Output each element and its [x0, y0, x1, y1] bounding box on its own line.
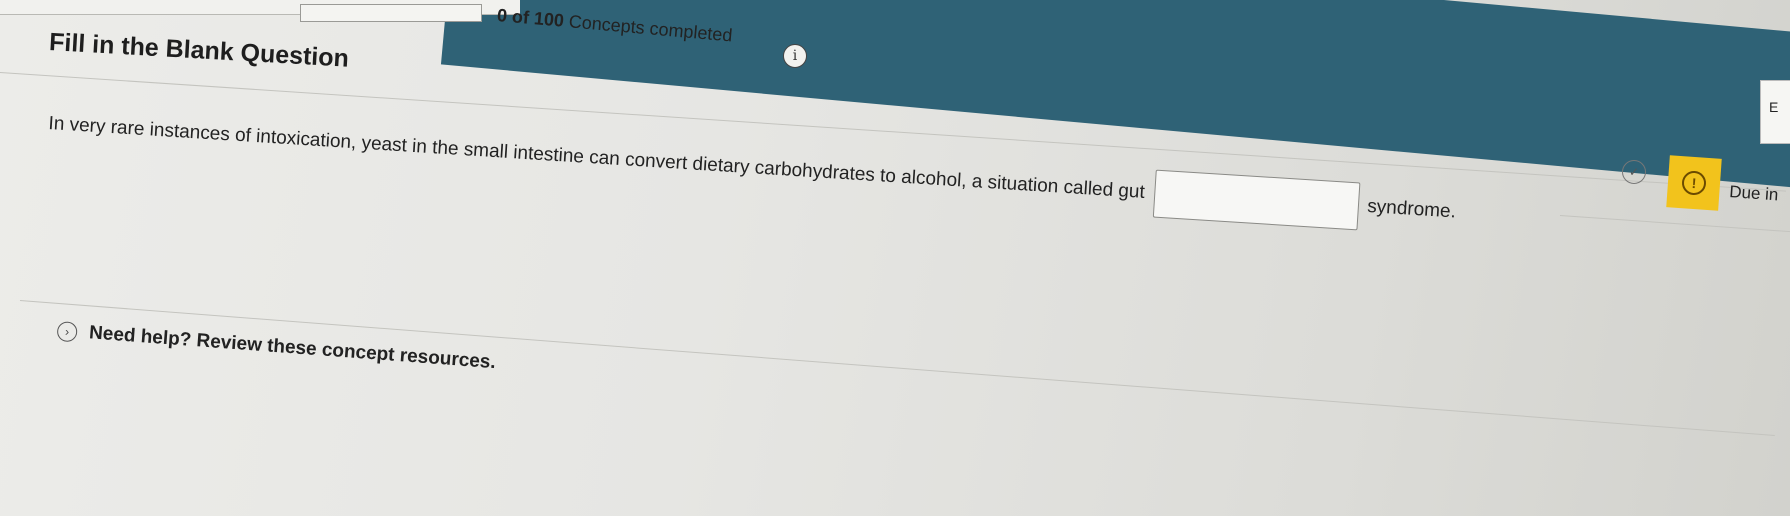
due-date-label: Due in: [1728, 182, 1780, 205]
prompt-text-after: syndrome.: [1366, 195, 1457, 223]
info-icon[interactable]: i: [783, 44, 807, 68]
concepts-progress-bar: [300, 4, 482, 22]
due-alert-badge: !: [1666, 155, 1722, 211]
alert-icon: !: [1681, 170, 1707, 196]
chevron-right-icon: ›: [56, 320, 78, 343]
side-panel-tab[interactable]: E: [1760, 80, 1790, 144]
check-circle-icon: ✓: [1622, 160, 1646, 184]
